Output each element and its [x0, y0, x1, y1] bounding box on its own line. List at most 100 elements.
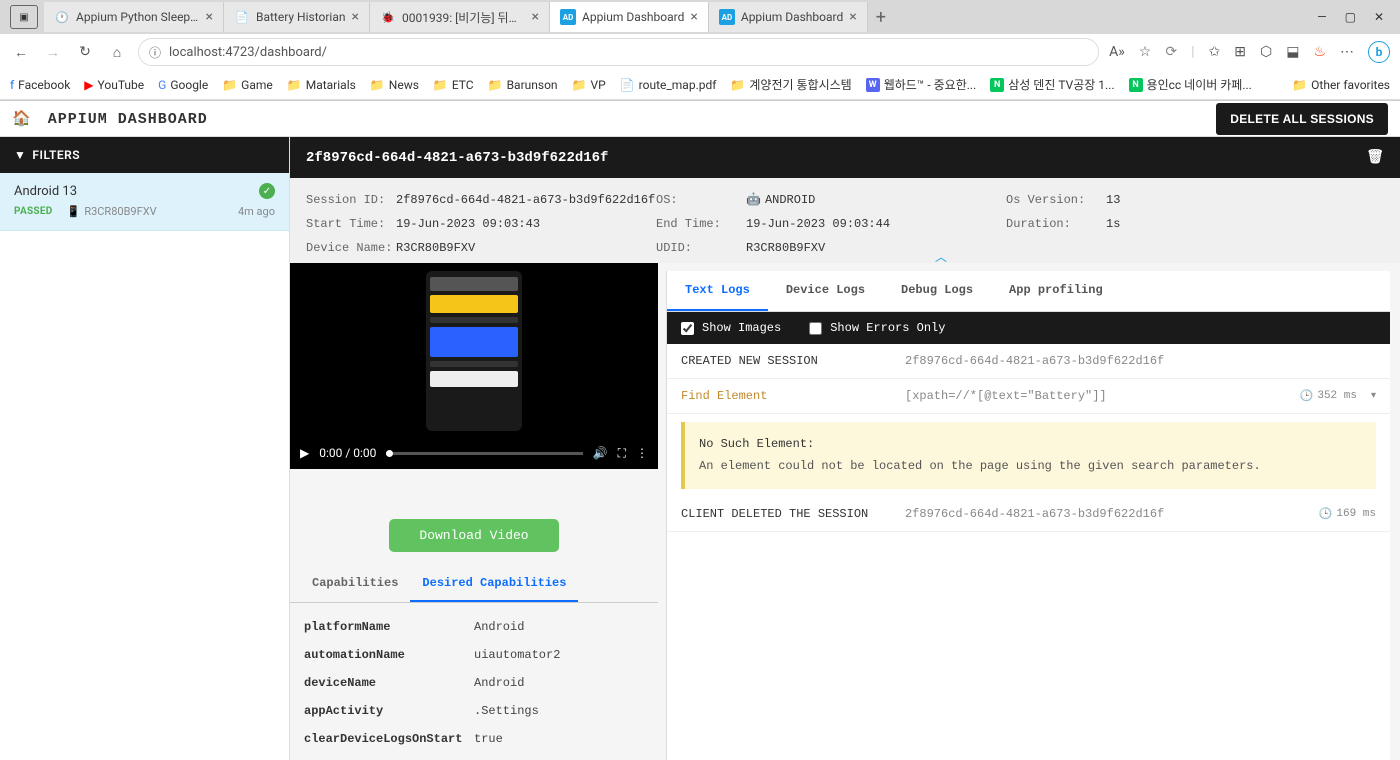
show-errors-checkbox[interactable]: Show Errors Only — [809, 321, 945, 335]
session-info-panel: Session ID: 2f8976cd-664d-4821-a673-b3d9… — [290, 178, 1400, 263]
tab-title: Appium Dashboard — [741, 10, 843, 24]
downloads-icon[interactable]: ⬓ — [1286, 44, 1299, 60]
bookmark-item[interactable]: N삼성 덴진 TV공장 1... — [990, 76, 1114, 93]
capability-row: deviceNameAndroid — [304, 669, 644, 697]
fullscreen-icon[interactable]: ⛶ — [618, 446, 626, 461]
bookmark-icon: N — [990, 78, 1004, 92]
tab-favicon: 📄 — [234, 9, 250, 25]
tab-favicon: 🕐 — [54, 9, 70, 25]
tab-device-logs[interactable]: Device Logs — [768, 271, 883, 311]
tab-app-profiling[interactable]: App profiling — [991, 271, 1121, 311]
other-favorites[interactable]: 📁 Other favorites — [1292, 78, 1390, 92]
play-icon[interactable]: ▶ — [300, 446, 309, 460]
show-images-checkbox[interactable]: Show Images — [681, 321, 781, 335]
browser-tab[interactable]: 📄Battery Historian× — [224, 2, 370, 32]
bookmark-label: 웹하드™ - 중요한... — [884, 76, 977, 93]
volume-icon[interactable]: 🔊 — [593, 446, 608, 460]
bookmark-item[interactable]: 📁Matarials — [287, 78, 356, 92]
browser-tab[interactable]: 🐞0001939: [비기능] 뒤로가기 버튼× — [370, 2, 550, 32]
capability-key: appActivity — [304, 704, 474, 718]
tab-views-button[interactable]: ▣ — [10, 5, 38, 29]
new-tab-button[interactable]: + — [868, 7, 894, 28]
phone-icon: 📱 — [67, 205, 81, 218]
delete-session-icon[interactable]: 🗑 — [1366, 149, 1384, 166]
log-command: CREATED NEW SESSION — [681, 354, 891, 368]
log-detail: 2f8976cd-664d-4821-a673-b3d9f622d16f — [905, 507, 1305, 521]
log-command: CLIENT DELETED THE SESSION — [681, 507, 891, 521]
log-entry[interactable]: Find Element[xpath=//*[@text="Battery"]]… — [667, 379, 1390, 414]
forward-button[interactable]: → — [42, 41, 64, 63]
download-video-button[interactable]: Download Video — [389, 519, 558, 552]
bookmark-icon: ▶ — [84, 78, 93, 92]
error-title: No Such Element: — [699, 434, 1362, 454]
bookmark-item[interactable]: 📁VP — [572, 78, 606, 92]
capability-row: automationNameuiautomator2 — [304, 641, 644, 669]
bookmark-item[interactable]: 📁 Barunson — [488, 78, 558, 92]
tab-close-icon[interactable]: × — [690, 9, 697, 25]
tab-debug-logs[interactable]: Debug Logs — [883, 271, 991, 311]
favorite-icon[interactable]: ☆ — [1139, 44, 1152, 60]
tab-capabilities[interactable]: Capabilities — [300, 566, 410, 602]
collapse-info-icon[interactable]: ︿ — [935, 248, 947, 265]
bookmark-label: News — [389, 78, 419, 92]
home-button[interactable]: ⌂ — [106, 41, 128, 63]
bookmark-item[interactable]: GGoogle — [158, 78, 208, 92]
bookmark-label: 계양전기 통합시스템 — [749, 76, 851, 93]
video-progress[interactable] — [386, 452, 582, 455]
expand-icon[interactable]: ▾ — [1371, 390, 1376, 402]
bookmark-item[interactable]: N용인cc 네이버 카페... — [1129, 76, 1252, 93]
bookmark-icon: W — [866, 78, 880, 92]
tab-text-logs[interactable]: Text Logs — [667, 271, 768, 311]
tab-close-icon[interactable]: × — [206, 9, 213, 25]
close-window-button[interactable]: ✕ — [1374, 10, 1384, 24]
read-aloud-icon[interactable]: A» — [1109, 44, 1125, 60]
tab-close-icon[interactable]: × — [532, 9, 539, 25]
capability-value: uiautomator2 — [474, 648, 560, 662]
favorites-icon[interactable]: ✩ — [1209, 44, 1221, 60]
video-menu-icon[interactable]: ⋮ — [636, 446, 648, 460]
address-bar[interactable]: ⓘ localhost:4723/dashboard/ — [138, 38, 1099, 66]
delete-all-sessions-button[interactable]: DELETE ALL SESSIONS — [1216, 103, 1388, 135]
tab-desired-capabilities[interactable]: Desired Capabilities — [410, 566, 578, 602]
capability-row: platformNameAndroid — [304, 613, 644, 641]
browser-tab[interactable]: 🕐Appium Python Sleep 10m× — [44, 2, 224, 32]
filters-header[interactable]: ▼ FILTERS — [0, 137, 289, 173]
bookmark-item[interactable]: ▶YouTube — [84, 78, 144, 92]
session-id-value: 2f8976cd-664d-4821-a673-b3d9f622d16f — [396, 193, 656, 207]
bookmark-item[interactable]: 📁 계양전기 통합시스템 — [730, 76, 851, 93]
log-entry: CLIENT DELETED THE SESSION 2f8976cd-664d-… — [667, 497, 1390, 532]
bookmark-icon: 📁 — [730, 78, 745, 92]
minimize-button[interactable]: — — [1317, 10, 1326, 24]
collections-icon[interactable]: ⊞ — [1234, 44, 1246, 60]
bookmark-item[interactable]: 📁News — [370, 78, 419, 92]
sync-icon[interactable]: ⟳ — [1165, 44, 1177, 60]
session-list-item[interactable]: Android 13✓ PASSED📱R3CR80B9FXV4m ago — [0, 173, 289, 231]
maximize-button[interactable]: ▢ — [1345, 10, 1356, 24]
tab-close-icon[interactable]: × — [849, 9, 856, 25]
bookmark-item[interactable]: 📄route_map.pdf — [620, 78, 717, 92]
bookmark-item[interactable]: 📁Game — [222, 78, 273, 92]
bookmark-icon: G — [158, 78, 166, 92]
back-button[interactable]: ← — [10, 41, 32, 63]
more-icon[interactable]: ⋯ — [1340, 44, 1354, 60]
site-info-icon[interactable]: ⓘ — [149, 44, 161, 61]
refresh-button[interactable]: ↻ — [74, 41, 96, 63]
bookmark-icon: 📁 — [488, 78, 503, 92]
capability-row: clearDeviceLogsOnStarttrue — [304, 725, 644, 753]
bookmark-item[interactable]: W 웹하드™ - 중요한... — [866, 76, 977, 93]
start-time-label: Start Time: — [306, 217, 396, 231]
bookmark-label: Barunson — [507, 78, 558, 92]
start-time-value: 19-Jun-2023 09:03:43 — [396, 217, 656, 231]
tab-favicon: AD — [560, 9, 576, 25]
browser-tab[interactable]: ADAppium Dashboard× — [709, 2, 868, 32]
flame-icon[interactable]: ♨ — [1313, 44, 1326, 60]
bing-chat-icon[interactable]: b — [1368, 41, 1390, 63]
extensions-icon[interactable]: ⬡ — [1260, 44, 1272, 60]
session-video[interactable]: ▶ 0:00 / 0:00 🔊 ⛶ ⋮ — [290, 263, 658, 469]
udid-label: UDID: — [656, 241, 746, 255]
log-time: 🕒352 ms — [1300, 389, 1357, 403]
browser-tab[interactable]: ADAppium Dashboard× — [550, 2, 709, 32]
bookmark-item[interactable]: 📁ETC — [433, 78, 474, 92]
tab-close-icon[interactable]: × — [352, 9, 359, 25]
bookmark-item[interactable]: fFacebook — [10, 78, 70, 92]
